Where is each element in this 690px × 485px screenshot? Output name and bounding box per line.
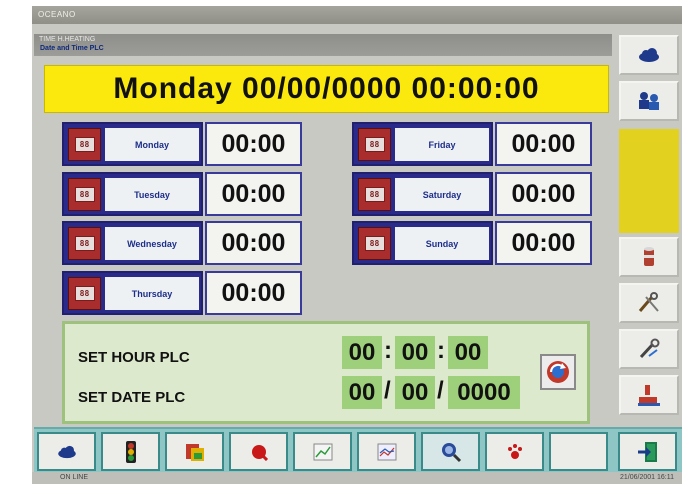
set-date-month-field[interactable]: 00: [395, 376, 435, 409]
day-label: Thursday: [105, 277, 199, 310]
side-button-users[interactable]: [619, 81, 679, 121]
set-hour-label: SET HOUR PLC: [78, 349, 190, 366]
chart-icon: [313, 443, 332, 460]
calendar-icon: 88: [68, 178, 101, 211]
time-field-tuesday[interactable]: 00:00: [205, 172, 302, 216]
day-label: Tuesday: [105, 178, 199, 211]
calendar-icon: 88: [358, 128, 391, 161]
date-separator: /: [437, 377, 444, 404]
day-button-wednesday[interactable]: 88 Wednesday: [62, 221, 203, 265]
folders-icon: [185, 443, 204, 461]
calendar-icon: 88: [68, 128, 101, 161]
wrench-icon: [639, 338, 660, 359]
current-datetime-display: Monday 00/00/0000 00:00:00: [44, 65, 609, 113]
cylinder-icon: [644, 247, 654, 266]
toolbar-button-cloud[interactable]: [37, 432, 96, 471]
users-icon: [639, 92, 659, 110]
day-button-thursday[interactable]: 88 Thursday: [62, 271, 203, 315]
search-icon: [441, 442, 461, 462]
tools-icon: [638, 292, 659, 312]
time-field-friday[interactable]: 00:00: [495, 122, 592, 166]
day-label: Friday: [395, 128, 489, 161]
refresh-icon: [547, 361, 569, 383]
calendar-icon: 88: [358, 178, 391, 211]
toolbar-button-paw[interactable]: [485, 432, 544, 471]
status-bar: ON LINE 21/06/2001 16:11: [32, 472, 682, 484]
breadcrumb: TIME H.HEATING Date and Time PLC: [34, 34, 612, 56]
time-separator: :: [384, 337, 392, 364]
schedule-row-saturday: 88 Saturday 00:00: [352, 172, 594, 216]
time-field-saturday[interactable]: 00:00: [495, 172, 592, 216]
schedule-row-wednesday: 88 Wednesday 00:00: [62, 221, 304, 265]
day-button-tuesday[interactable]: 88 Tuesday: [62, 172, 203, 216]
day-button-sunday[interactable]: 88 Sunday: [352, 221, 493, 265]
time-field-sunday[interactable]: 00:00: [495, 221, 592, 265]
day-button-saturday[interactable]: 88 Saturday: [352, 172, 493, 216]
page-title: Date and Time PLC: [40, 45, 104, 52]
trend-icon: [377, 443, 396, 460]
day-label: Monday: [105, 128, 199, 161]
toolbar-button-alarm[interactable]: [229, 432, 288, 471]
refresh-button[interactable]: [540, 354, 576, 390]
exit-icon: [637, 441, 657, 462]
set-date-label: SET DATE PLC: [78, 389, 186, 406]
set-date-day-field[interactable]: 00: [342, 376, 382, 409]
calendar-icon: 88: [358, 227, 391, 260]
schedule-row-sunday: 88 Sunday 00:00: [352, 221, 594, 265]
toolbar-button-exit[interactable]: [618, 432, 677, 471]
cloud-icon: [639, 48, 659, 62]
toolbar-button-traffic-light[interactable]: [101, 432, 160, 471]
time-separator: :: [437, 337, 445, 364]
schedule-row-friday: 88 Friday 00:00: [352, 122, 594, 166]
day-button-friday[interactable]: 88 Friday: [352, 122, 493, 166]
time-field-thursday[interactable]: 00:00: [205, 271, 302, 315]
set-hour-minutes-field[interactable]: 00: [395, 336, 435, 369]
app-window: OCEANO TIME H.HEATING Date and Time PLC …: [32, 6, 682, 484]
schedule-row-tuesday: 88 Tuesday 00:00: [62, 172, 304, 216]
calendar-icon: 88: [68, 277, 101, 310]
cloud-icon: [57, 445, 76, 458]
schedule-row-monday: 88 Monday 00:00: [62, 122, 304, 166]
day-label: Wednesday: [105, 227, 199, 260]
set-hour-hours-field[interactable]: 00: [342, 336, 382, 369]
app-title-bar: OCEANO: [32, 6, 682, 24]
date-separator: /: [384, 377, 391, 404]
set-hour-seconds-field[interactable]: 00: [448, 336, 488, 369]
side-button-wrench[interactable]: [619, 329, 679, 369]
toolbar-button-search[interactable]: [421, 432, 480, 471]
day-button-monday[interactable]: 88 Monday: [62, 122, 203, 166]
side-indicator: [619, 129, 679, 233]
time-field-wednesday[interactable]: 00:00: [205, 221, 302, 265]
set-plc-panel: SET HOUR PLC SET DATE PLC 00 : 00 : 00 0…: [62, 321, 590, 424]
toolbar-button-trend[interactable]: [357, 432, 416, 471]
toolbar-button-chart[interactable]: [293, 432, 352, 471]
time-field-monday[interactable]: 00:00: [205, 122, 302, 166]
side-button-cylinder[interactable]: [619, 237, 679, 277]
hand-icon: [638, 385, 660, 406]
calendar-icon: 88: [68, 227, 101, 260]
bottom-toolbar: [34, 427, 682, 472]
side-button-hand[interactable]: [619, 375, 679, 415]
connection-status: ON LINE: [60, 474, 89, 481]
schedule-row-thursday: 88 Thursday 00:00: [62, 271, 304, 315]
toolbar-button-empty[interactable]: [549, 432, 608, 471]
day-label: Sunday: [395, 227, 489, 260]
traffic-light-icon: [125, 440, 136, 463]
paw-icon: [507, 443, 522, 459]
day-label: Saturday: [395, 178, 489, 211]
side-button-tools[interactable]: [619, 283, 679, 323]
status-datetime: 21/06/2001 16:11: [620, 474, 674, 481]
side-button-cloud[interactable]: [619, 35, 679, 75]
side-nav: [615, 31, 682, 424]
toolbar-button-folders[interactable]: [165, 432, 224, 471]
breadcrumb-section: TIME H.HEATING: [39, 36, 96, 43]
alarm-icon: [251, 444, 268, 461]
set-date-year-field[interactable]: 0000: [448, 376, 520, 409]
